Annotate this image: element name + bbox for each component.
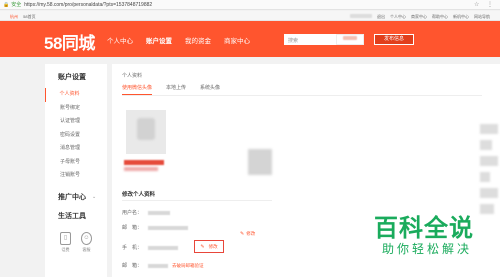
avatar-thumbnail <box>248 149 272 175</box>
city-selector[interactable]: 杭州 <box>10 14 18 19</box>
secure-label: 安全 <box>11 2 22 8</box>
avatar-preview <box>126 110 166 154</box>
promo-title: 推广中心 <box>58 193 86 201</box>
edit-icon: ✎ <box>200 243 205 250</box>
sidebar-item-sub-account[interactable]: 子母账号 <box>45 156 107 170</box>
sidebar-item-account-binding[interactable]: 账号绑定 <box>45 102 107 116</box>
post-info-button[interactable]: 发布信息 <box>374 34 414 45</box>
support-icon: ☺ <box>81 231 92 245</box>
tab-system-avatar[interactable]: 系统头像 <box>200 84 220 95</box>
chevron-down-icon: ⌄ <box>92 193 97 200</box>
sidebar-item-password[interactable]: 密码设置 <box>45 129 107 143</box>
tool-phone[interactable]: ▯ 话费 <box>60 231 71 253</box>
verify-email-link[interactable]: 去破局邮箱验证 <box>172 263 204 269</box>
main-nav: 个人中心 账户设置 我的资金 商家中心 <box>107 35 250 45</box>
watermark-title: 百科全说 <box>374 215 474 242</box>
edit-phone-button[interactable]: ✎ 修改 <box>194 240 224 253</box>
sidebar-item-profile[interactable]: 个人资料 <box>45 88 107 102</box>
sidebar-item-verification[interactable]: 认证管理 <box>45 115 107 129</box>
blurred-content <box>480 124 498 264</box>
tool-label: 客服 <box>82 246 91 252</box>
sidebar-section-tools: 生活工具 <box>45 211 107 221</box>
search-button[interactable] <box>336 34 364 45</box>
field-label: 邮 箱： <box>122 263 143 269</box>
field-value-blurred <box>148 245 178 250</box>
home-link[interactable]: 58首页 <box>23 14 35 19</box>
field-label: 用户名： <box>122 210 143 216</box>
blurred-content <box>124 167 158 171</box>
edit-label: 修改 <box>208 243 218 249</box>
field-email-verify: 邮 箱： 去破局邮箱验证 <box>122 262 204 270</box>
tools-title: 生活工具 <box>58 212 86 220</box>
site-header: 58同城 个人中心 账户设置 我的资金 商家中心 搜索 发布信息 <box>0 21 500 57</box>
mobile-icon: ▯ <box>60 231 71 245</box>
username-blurred[interactable] <box>350 14 372 18</box>
browser-actions-icon[interactable]: ☆ ⋮ <box>474 1 496 8</box>
sidebar-item-close-account[interactable]: 注销账号 <box>45 169 107 183</box>
nav-my-funds[interactable]: 我的资金 <box>185 35 211 45</box>
tab-local-upload[interactable]: 本地上传 <box>166 84 186 95</box>
field-value-blurred <box>148 210 170 215</box>
logout-link[interactable]: 退出 <box>377 14 385 20</box>
section-divider <box>122 200 272 201</box>
url-text[interactable]: https://my.58.com/pro/personaldata/?pts=… <box>24 2 152 8</box>
tool-support[interactable]: ☺ 客服 <box>81 231 92 253</box>
edit-email-button[interactable]: ✎ 修改 <box>240 222 255 240</box>
tool-label: 话费 <box>61 246 70 252</box>
nav-merchant-center[interactable]: 商家中心 <box>224 35 250 45</box>
field-label: 手 机： <box>122 245 143 251</box>
search-input[interactable]: 搜索 <box>284 34 336 45</box>
merchant-center-link[interactable]: 商家中心 <box>411 14 427 20</box>
field-username: 用户名： <box>122 209 170 216</box>
field-value-blurred <box>148 225 188 230</box>
sidebar-title: 账户设置 <box>58 74 86 81</box>
sidebar-item-messages[interactable]: 消息管理 <box>45 142 107 156</box>
tab-wechat-avatar[interactable]: 使用微信头像 <box>122 84 153 95</box>
logo[interactable]: 58同城 <box>44 29 95 54</box>
lock-icon: 🔒 <box>3 1 10 8</box>
field-value-blurred <box>148 263 168 268</box>
edit-icon: ✎ <box>240 231 245 237</box>
field-email: 邮 箱： <box>122 224 188 231</box>
nav-personal-center[interactable]: 个人中心 <box>107 35 133 45</box>
page: 🔒 安全 https://my.58.com/pro/personaldata/… <box>0 0 500 277</box>
page-title: 个人资料 <box>122 73 143 79</box>
new-mobile-link[interactable]: 新机中心 <box>453 14 469 20</box>
browser-address-bar[interactable]: 🔒 安全 https://my.58.com/pro/personaldata/… <box>0 0 500 10</box>
blurred-content <box>124 160 164 165</box>
watermark-subtitle: 助你轻松解决 <box>382 242 473 256</box>
field-label: 邮 箱： <box>122 225 143 231</box>
edit-label: 修改 <box>246 231 256 236</box>
tab-divider <box>122 95 482 96</box>
help-center-link[interactable]: 帮助中心 <box>432 14 448 20</box>
site-nav-link[interactable]: 网站导航 <box>474 14 490 20</box>
nav-account-settings[interactable]: 账户设置 <box>146 35 172 45</box>
personal-center-link[interactable]: 个人中心 <box>390 14 406 20</box>
field-phone: 手 机： <box>122 244 178 251</box>
section-title: 修改个人资料 <box>122 192 156 198</box>
sidebar-section-promo[interactable]: 推广中心 ⌄ <box>45 192 107 202</box>
site-topbar: 杭州 58首页 退出 个人中心 商家中心 帮助中心 新机中心 网站导航 <box>0 11 500 21</box>
sidebar: 账户设置 个人资料 账号绑定 认证管理 密码设置 消息管理 子母账号 注销账号 … <box>45 64 107 277</box>
watermark-logo: 百科全说 助你轻松解决 <box>374 215 474 257</box>
avatar-tabs: 使用微信头像 本地上传 系统头像 <box>122 84 220 95</box>
